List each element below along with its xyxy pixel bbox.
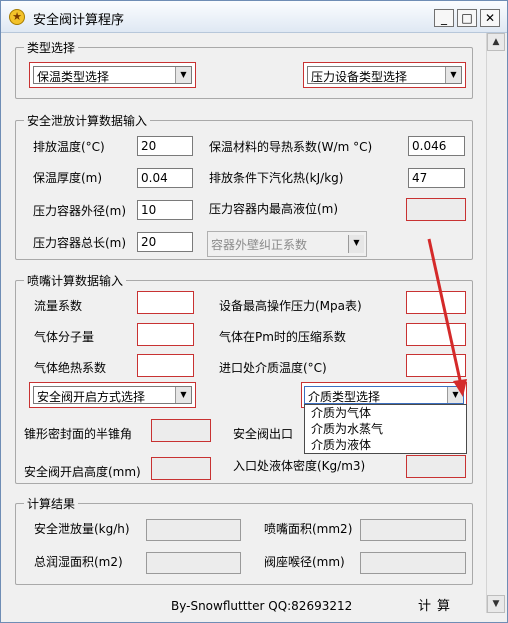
flow-coef-label: 流量系数 [34,299,83,313]
liquid-density-input[interactable] [406,455,466,478]
title-bar: ★ 安全阀计算程序 _ □ ✕ [1,1,507,33]
credit-text: By-Snowfluttter QQ:82693212 [171,599,353,613]
minimize-button[interactable]: _ [434,9,454,27]
maximize-button[interactable]: □ [457,9,477,27]
group-title: 类型选择 [24,39,79,56]
throat-diameter-label: 阀座喉径(mm) [264,555,345,569]
max-level-input[interactable] [406,198,466,221]
liquid-density-label: 入口处液体密度(Kg/m3) [233,459,366,473]
app-icon: ★ [9,9,25,25]
cone-angle-label: 锥形密封面的半锥角 [24,427,133,441]
group-title: 喷嘴计算数据输入 [24,272,127,289]
select-value: 保温类型选择 [37,70,110,84]
conductivity-label: 保温材料的导热系数(W/m °C) [209,140,373,154]
outlet-label: 安全阀出口 [233,427,294,441]
dropdown-option[interactable]: 介质为水蒸气 [305,421,466,437]
dropdown-option[interactable]: 介质为液体 [305,437,466,453]
nozzle-area-label: 喷嘴面积(mm2) [264,522,353,536]
inlet-temp-label: 进口处介质温度(°C) [219,361,327,375]
chevron-down-icon[interactable]: ▼ [348,235,364,253]
medium-dropdown-list: 介质为气体 介质为水蒸气 介质为液体 [304,404,467,454]
relief-amount-output [146,519,241,541]
latent-heat-label: 排放条件下汽化热(kJ/kg) [209,171,344,185]
max-pressure-label: 设备最高操作压力(Mpa表) [219,299,362,313]
open-mode-select[interactable]: 安全阀开启方式选择 ▼ [29,382,196,408]
select-value: 安全阀开启方式选择 [37,390,146,404]
calculate-button[interactable]: 计算 [418,595,456,614]
flow-coef-input[interactable] [137,291,194,314]
molecular-weight-input[interactable] [137,323,194,346]
vessel-diameter-input[interactable]: 10 [137,200,193,220]
select-value: 介质类型选择 [308,390,381,404]
chevron-down-icon[interactable]: ▼ [175,387,191,403]
window-title: 安全阀计算程序 [33,13,125,28]
wetted-area-label: 总润湿面积(m2) [34,555,123,569]
vessel-diameter-label: 压力容器外径(m) [33,204,127,218]
throat-diameter-output [360,552,466,574]
vertical-scrollbar[interactable]: ▲ ▼ [486,33,505,613]
select-value: 压力设备类型选择 [311,70,408,84]
annotation-arrow-icon [427,238,467,397]
open-height-input[interactable] [151,457,211,480]
dropdown-option[interactable]: 介质为气体 [305,405,466,421]
discharge-temp-label: 排放温度(°C) [33,140,105,154]
discharge-temp-input[interactable]: 20 [137,136,193,156]
app-window: ★ 安全阀计算程序 _ □ ✕ ▲ ▼ 类型选择 保温类型选择 ▼ 压力设备类型… [0,0,508,623]
insulation-thickness-input[interactable]: 0.04 [137,168,193,188]
adiabatic-input[interactable] [137,354,194,377]
open-height-label: 安全阀开启高度(mm) [24,465,141,479]
scroll-up-icon[interactable]: ▲ [487,33,505,51]
max-level-label: 压力容器内最高液位(m) [209,202,339,216]
group-title: 安全泄放计算数据输入 [24,112,151,129]
vessel-type-select[interactable]: 压力设备类型选择 ▼ [303,62,466,88]
chevron-down-icon[interactable]: ▼ [175,67,191,83]
group-title: 计算结果 [24,495,79,512]
insulation-type-select[interactable]: 保温类型选择 ▼ [29,62,196,88]
conductivity-input[interactable]: 0.046 [408,136,465,156]
adiabatic-label: 气体绝热系数 [34,361,107,375]
nozzle-area-output [360,519,466,541]
vessel-length-input[interactable]: 20 [137,232,193,252]
relief-amount-label: 安全泄放量(kg/h) [34,522,130,536]
insulation-thickness-label: 保温厚度(m) [33,171,103,185]
latent-heat-input[interactable]: 47 [408,168,465,188]
wetted-area-output [146,552,241,574]
compressibility-label: 气体在Pm时的压缩系数 [219,330,346,344]
scroll-down-icon[interactable]: ▼ [487,595,505,613]
molecular-weight-label: 气体分子量 [34,330,95,344]
chevron-down-icon[interactable]: ▼ [445,67,461,83]
select-value: 容器外壁纠正系数 [211,238,308,252]
close-button[interactable]: ✕ [480,9,500,27]
cone-angle-input[interactable] [151,419,211,442]
vessel-length-label: 压力容器总长(m) [33,236,127,250]
correction-factor-select[interactable]: 容器外壁纠正系数 ▼ [207,231,367,257]
